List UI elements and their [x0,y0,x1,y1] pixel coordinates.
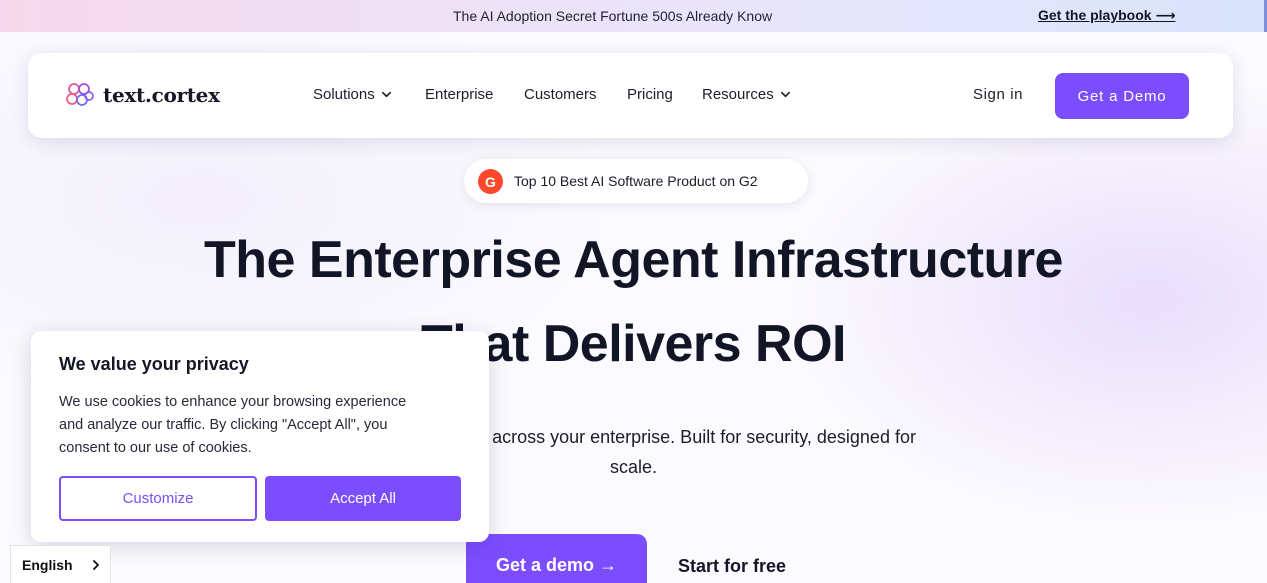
nav-item-label: Customers [524,86,597,103]
g2-award-badge[interactable]: G Top 10 Best AI Software Product on G2 [464,159,808,203]
chevron-down-icon [381,91,391,98]
get-a-demo-cta-button[interactable]: Get a demo → [466,534,647,583]
cookie-title: We value your privacy [59,354,249,374]
language-selector[interactable]: English [10,545,111,583]
chevron-down-icon [780,91,790,98]
g2-logo-icon: G [478,169,503,194]
customize-button[interactable]: Customize [59,476,257,521]
language-label: English [22,556,73,573]
get-a-demo-button[interactable]: Get a Demo [1055,73,1189,119]
badge-text: Top 10 Best AI Software Product on G2 [514,173,758,189]
nav-item-label: Solutions [313,86,375,103]
nav-item-label: Resources [702,86,774,103]
nav-item-customers[interactable]: Customers [524,86,597,103]
cookie-body-line: We use cookies to enhance your browsing … [59,394,407,410]
start-for-free-button[interactable]: Start for free [678,556,786,577]
nav-item-label: Enterprise [425,86,494,103]
accept-all-button[interactable]: Accept All [265,476,461,521]
hero-heading-line1: The Enterprise Agent Infrastructure [204,231,1063,289]
cookie-body: We use cookies to enhance your browsing … [59,391,449,460]
chevron-right-icon [92,559,99,570]
nav-item-solutions[interactable]: Solutions [313,86,392,103]
sign-in-link[interactable]: Sign in [973,86,1023,103]
brain-logo-icon [66,83,94,106]
cookie-body-line: consent to our use of cookies. [59,440,252,456]
logo-text: text.cortex [103,83,220,107]
get-playbook-link[interactable]: Get the playbook ⟶ [1038,7,1176,24]
main-navigation: text.cortex Solutions Enterprise Custome… [28,53,1233,138]
nav-item-pricing[interactable]: Pricing [627,86,673,103]
nav-item-label: Pricing [627,86,673,103]
nav-item-enterprise[interactable]: Enterprise [425,86,493,103]
nav-item-resources[interactable]: Resources [702,86,791,103]
cookie-body-line: and analyze our traffic. By clicking "Ac… [59,417,388,433]
cookie-consent-dialog: We value your privacy We use cookies to … [31,331,489,542]
announcement-text: The AI Adoption Secret Fortune 500s Alre… [453,8,773,24]
logo[interactable]: text.cortex [65,82,220,108]
announcement-bar: The AI Adoption Secret Fortune 500s Alre… [0,0,1267,32]
